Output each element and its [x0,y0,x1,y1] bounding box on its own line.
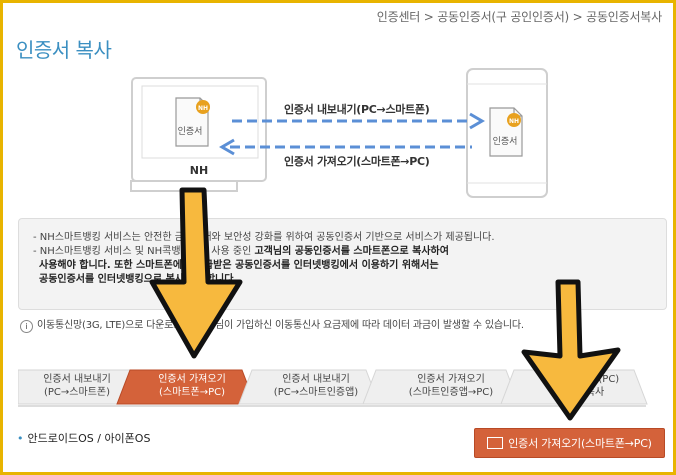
import-certificate-button[interactable]: 인증서 가져오기(스마트폰→PC) [474,428,665,458]
phone-cert-badge: NH [509,118,519,125]
phone-cert-label: 인증서 [493,136,518,147]
pc-cert-label: 인증서 [178,126,203,137]
pc-cert-badge: NH [198,105,208,112]
import-label: 인증서 가져오기(스마트폰→PC) [284,155,430,168]
notice-line: - NH스마트뱅킹 서비스는 안전한 금융거래와 보안성 강화를 위하여 공동인… [33,232,495,243]
data-charge-info: i 이동통신망(3G, LTE)으로 다운로드 시 고객님이 가입하신 이동통신사… [20,316,524,333]
platform-label: • 안드로이드OS / 아이폰OS [17,432,151,445]
highlight-arrow-icon [149,187,243,359]
notice-line: 사용해야 합니다. 또한 스마트폰에서 발급받은 공동인증서를 인터넷뱅킹에서 … [39,260,439,271]
tab-export-pc-smartauth[interactable]: 인증서 내보내기 (PC→스마트인증앱) [256,366,376,404]
export-box-icon [487,437,504,449]
highlight-arrow-icon [521,279,621,421]
pc-brand: NH [190,164,208,177]
tab-import-smartauth-pc[interactable]: 인증서 가져오기 (스마트인증앱→PC) [385,366,517,404]
phone-certificate-icon [489,107,523,157]
info-icon: i [20,320,33,333]
notice-line: - NH스마트뱅킹 서비스 및 NH콕뱅킹에서 사용 중인 고객님의 공동인증서… [33,246,449,257]
tab-import-smartphone-pc[interactable]: 인증서 가져오기 (스마트폰→PC) [133,366,251,404]
export-label: 인증서 내보내기(PC→스마트폰) [284,103,430,116]
tab-export-pc-smartphone[interactable]: 인증서 내보내기 (PC→스마트폰) [18,366,136,404]
